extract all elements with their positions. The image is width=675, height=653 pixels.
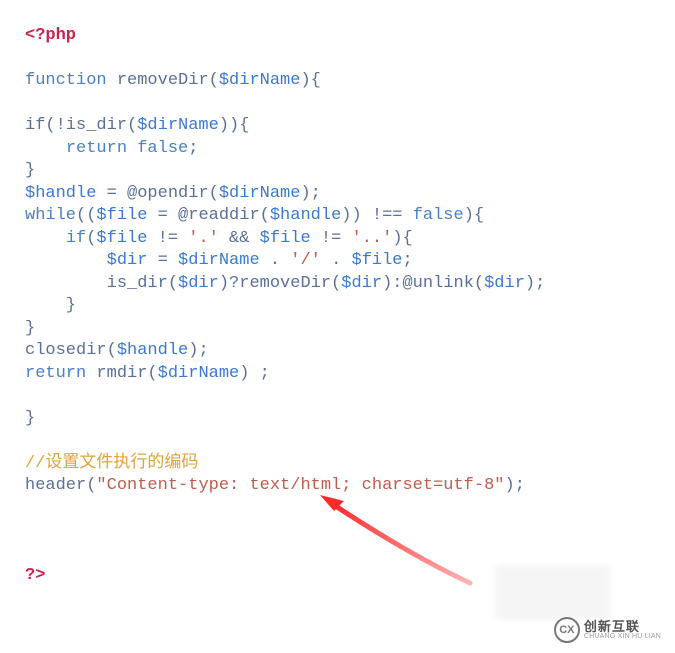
php-open-tag: <?php — [25, 26, 76, 45]
php-close-tag: ?> — [25, 566, 45, 585]
comment-line: //设置文件执行的编码 — [25, 454, 198, 473]
watermark-logo: CX 创新互联 CHUANG XIN HU LIAN — [554, 617, 661, 643]
kw-function: function — [25, 71, 107, 90]
logo-text-en: CHUANG XIN HU LIAN — [584, 633, 661, 640]
logo-text-cn: 创新互联 — [584, 620, 661, 633]
redacted-block — [495, 565, 610, 620]
code-block: <?php function removeDir($dirName){ if(!… — [0, 0, 675, 588]
logo-mark: CX — [554, 617, 580, 643]
